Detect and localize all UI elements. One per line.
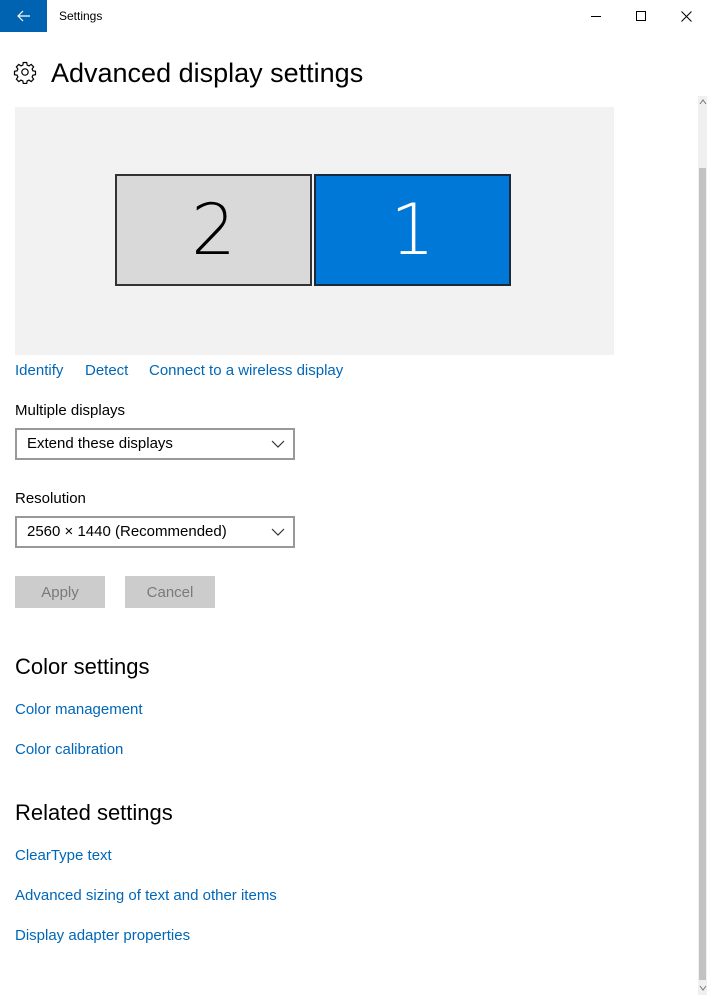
display-arrangement-area[interactable]: 2 1: [15, 107, 614, 355]
scroll-down-arrow-icon[interactable]: [699, 983, 707, 993]
multiple-displays-value: Extend these displays: [27, 435, 173, 452]
chevron-down-icon: [271, 528, 285, 536]
wireless-display-link[interactable]: Connect to a wireless display: [149, 362, 343, 379]
display-adapter-properties-link[interactable]: Display adapter properties: [15, 927, 190, 944]
maximize-icon: [636, 11, 646, 21]
advanced-sizing-link[interactable]: Advanced sizing of text and other items: [15, 887, 277, 904]
chevron-down-icon: [271, 440, 285, 448]
related-settings-heading: Related settings: [15, 800, 173, 825]
back-button[interactable]: [0, 0, 47, 32]
identify-link[interactable]: Identify: [15, 362, 63, 379]
gear-icon: [13, 61, 37, 84]
title-bar: Settings: [0, 0, 707, 32]
monitor-2[interactable]: 2: [115, 174, 312, 286]
resolution-label: Resolution: [15, 490, 86, 507]
minimize-icon: [591, 16, 601, 17]
cancel-button[interactable]: Cancel: [125, 576, 215, 608]
page-title: Advanced display settings: [51, 58, 364, 88]
color-calibration-link[interactable]: Color calibration: [15, 741, 123, 758]
detect-link[interactable]: Detect: [85, 362, 128, 379]
back-arrow-icon: [16, 10, 30, 22]
color-settings-heading: Color settings: [15, 654, 150, 679]
multiple-displays-dropdown[interactable]: Extend these displays: [15, 428, 295, 460]
resolution-dropdown[interactable]: 2560 × 1440 (Recommended): [15, 516, 295, 548]
color-management-link[interactable]: Color management: [15, 701, 143, 718]
cleartype-text-link[interactable]: ClearType text: [15, 847, 112, 864]
close-button[interactable]: [663, 0, 707, 32]
apply-button[interactable]: Apply: [15, 576, 105, 608]
maximize-button[interactable]: [618, 0, 664, 32]
minimize-button[interactable]: [573, 0, 619, 32]
scroll-up-arrow-icon[interactable]: [699, 97, 707, 107]
resolution-value: 2560 × 1440 (Recommended): [27, 523, 227, 540]
window-title: Settings: [59, 9, 103, 23]
monitor-1[interactable]: 1: [314, 174, 511, 286]
scrollbar-thumb[interactable]: [699, 168, 706, 980]
close-icon: [680, 10, 692, 22]
multiple-displays-label: Multiple displays: [15, 402, 126, 419]
